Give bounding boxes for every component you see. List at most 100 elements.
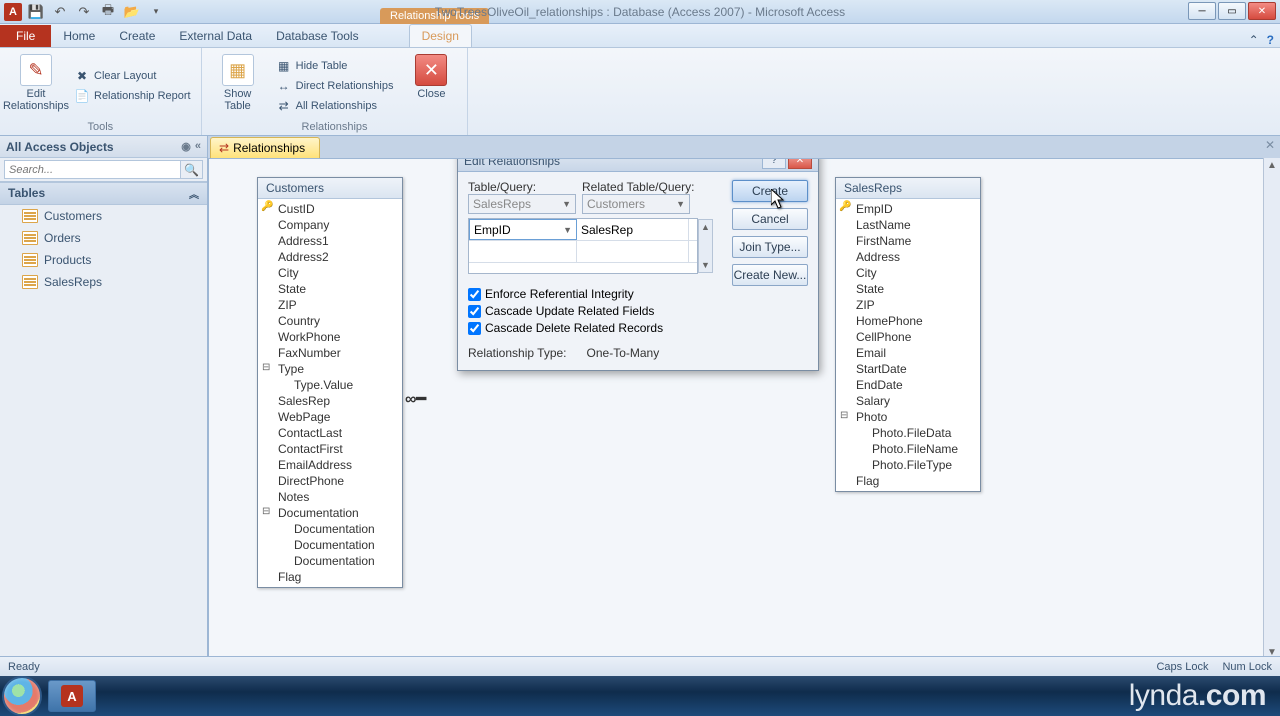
field-item[interactable]: Documentation [258, 521, 402, 537]
relationships-canvas[interactable]: Customers CustIDCompanyAddress1Address2C… [208, 158, 1280, 660]
tab-database-tools[interactable]: Database Tools [264, 25, 371, 47]
field-item[interactable]: FirstName [836, 233, 980, 249]
cascade-update-checkbox[interactable]: Cascade Update Related Fields [468, 304, 808, 318]
field-mapping-grid[interactable]: EmpID▼ SalesRep ▲▼ [468, 218, 698, 274]
field-item[interactable]: Address [836, 249, 980, 265]
map-left-field[interactable]: EmpID▼ [469, 219, 577, 240]
navitem-customers[interactable]: Customers [0, 205, 207, 227]
enforce-integrity-checkbox[interactable]: Enforce Referential Integrity [468, 287, 808, 301]
field-item[interactable]: FaxNumber [258, 345, 402, 361]
all-relationships-button[interactable]: ⇄All Relationships [274, 97, 396, 115]
undo-icon[interactable]: ↶ [50, 2, 70, 22]
cancel-button[interactable]: Cancel [732, 208, 808, 230]
field-item[interactable]: Photo.FileData [836, 425, 980, 441]
field-item[interactable]: Flag [836, 473, 980, 489]
navitem-products[interactable]: Products [0, 249, 207, 271]
field-item[interactable]: WorkPhone [258, 329, 402, 345]
field-item[interactable]: StartDate [836, 361, 980, 377]
clear-layout-button[interactable]: ✖Clear Layout [72, 67, 193, 85]
field-item[interactable]: State [258, 281, 402, 297]
field-item[interactable]: EmpID [836, 201, 980, 217]
field-item[interactable]: ContactFirst [258, 441, 402, 457]
tab-relationships[interactable]: ⇄Relationships [210, 137, 320, 158]
close-relationships-button[interactable]: ✕ Close [403, 52, 459, 119]
join-type-button[interactable]: Join Type... [732, 236, 808, 258]
field-item[interactable]: EmailAddress [258, 457, 402, 473]
field-item[interactable]: Address1 [258, 233, 402, 249]
redo-icon[interactable]: ↷ [74, 2, 94, 22]
field-item[interactable]: Notes [258, 489, 402, 505]
ribbon-minimize-icon[interactable]: ⌃ [1249, 33, 1259, 47]
cascade-delete-checkbox[interactable]: Cascade Delete Related Records [468, 321, 808, 335]
field-item[interactable]: CellPhone [836, 329, 980, 345]
field-item[interactable]: WebPage [258, 409, 402, 425]
vertical-scrollbar[interactable]: ▲▼ [1263, 158, 1280, 660]
field-item[interactable]: ZIP [836, 297, 980, 313]
map-left-empty[interactable] [469, 241, 577, 262]
create-button[interactable]: Create [732, 180, 808, 202]
show-table-button[interactable]: ▦ Show Table [210, 52, 266, 119]
help-icon[interactable]: ? [1267, 33, 1274, 47]
field-item[interactable]: State [836, 281, 980, 297]
navpane-filter-icon[interactable]: ◉ [181, 140, 191, 153]
create-new-button[interactable]: Create New... [732, 264, 808, 286]
edit-relationships-button[interactable]: ✎ Edit Relationships [8, 52, 64, 119]
tab-design[interactable]: Design [409, 24, 472, 47]
tab-create[interactable]: Create [107, 25, 167, 47]
field-item[interactable]: Email [836, 345, 980, 361]
field-item[interactable]: Type [258, 361, 402, 377]
search-input[interactable] [4, 160, 181, 179]
field-item[interactable]: ContactLast [258, 425, 402, 441]
map-right-empty[interactable] [577, 241, 689, 262]
start-button[interactable] [2, 676, 42, 716]
close-window-button[interactable]: ✕ [1248, 2, 1276, 20]
tab-external-data[interactable]: External Data [167, 25, 264, 47]
navpane-header[interactable]: All Access Objects ◉« [0, 136, 207, 158]
mapgrid-scrollbar[interactable]: ▲▼ [698, 219, 713, 273]
navitem-orders[interactable]: Orders [0, 227, 207, 249]
tab-home[interactable]: Home [51, 25, 107, 47]
qat-more-icon[interactable]: ▾ [146, 2, 166, 22]
navpane-collapse-icon[interactable]: « [195, 140, 201, 153]
navgroup-tables[interactable]: Tables︽ [0, 182, 207, 205]
save-icon[interactable]: 💾 [26, 2, 46, 22]
field-item[interactable]: Company [258, 217, 402, 233]
field-item[interactable]: Type.Value [258, 377, 402, 393]
relationship-report-button[interactable]: 📄Relationship Report [72, 87, 193, 105]
related-table-query-dropdown[interactable]: Customers▼ [582, 194, 690, 214]
dialog-close-button[interactable]: ✕ [788, 158, 812, 169]
field-item[interactable]: CustID [258, 201, 402, 217]
dialog-help-button[interactable]: ? [762, 158, 786, 169]
tablebox-customers[interactable]: Customers CustIDCompanyAddress1Address2C… [257, 177, 403, 588]
field-item[interactable]: DirectPhone [258, 473, 402, 489]
tablebox-salesreps[interactable]: SalesReps EmpIDLastNameFirstNameAddressC… [835, 177, 981, 492]
field-item[interactable]: Country [258, 313, 402, 329]
field-item[interactable]: ZIP [258, 297, 402, 313]
field-item[interactable]: Salary [836, 393, 980, 409]
field-item[interactable]: Documentation [258, 553, 402, 569]
dialog-titlebar[interactable]: Edit Relationships ? ✕ [458, 158, 818, 172]
hide-table-button[interactable]: ▦Hide Table [274, 57, 396, 75]
open-icon[interactable]: 📂 [122, 2, 142, 22]
maximize-button[interactable]: ▭ [1218, 2, 1246, 20]
table-query-dropdown[interactable]: SalesReps▼ [468, 194, 576, 214]
direct-relationships-button[interactable]: ↔Direct Relationships [274, 77, 396, 95]
tab-file[interactable]: File [0, 25, 51, 47]
field-item[interactable]: Documentation [258, 505, 402, 521]
field-item[interactable]: Photo.FileType [836, 457, 980, 473]
field-item[interactable]: Documentation [258, 537, 402, 553]
navitem-salesreps[interactable]: SalesReps [0, 271, 207, 293]
minimize-button[interactable]: ─ [1188, 2, 1216, 20]
field-item[interactable]: SalesRep [258, 393, 402, 409]
field-item[interactable]: City [836, 265, 980, 281]
field-item[interactable]: City [258, 265, 402, 281]
print-icon[interactable]: 🖶 [98, 2, 118, 22]
field-item[interactable]: Address2 [258, 249, 402, 265]
field-item[interactable]: Photo [836, 409, 980, 425]
field-item[interactable]: LastName [836, 217, 980, 233]
field-item[interactable]: EndDate [836, 377, 980, 393]
field-item[interactable]: Photo.FileName [836, 441, 980, 457]
taskbar-access-button[interactable]: A [48, 680, 96, 712]
field-item[interactable]: Flag [258, 569, 402, 585]
field-item[interactable]: HomePhone [836, 313, 980, 329]
